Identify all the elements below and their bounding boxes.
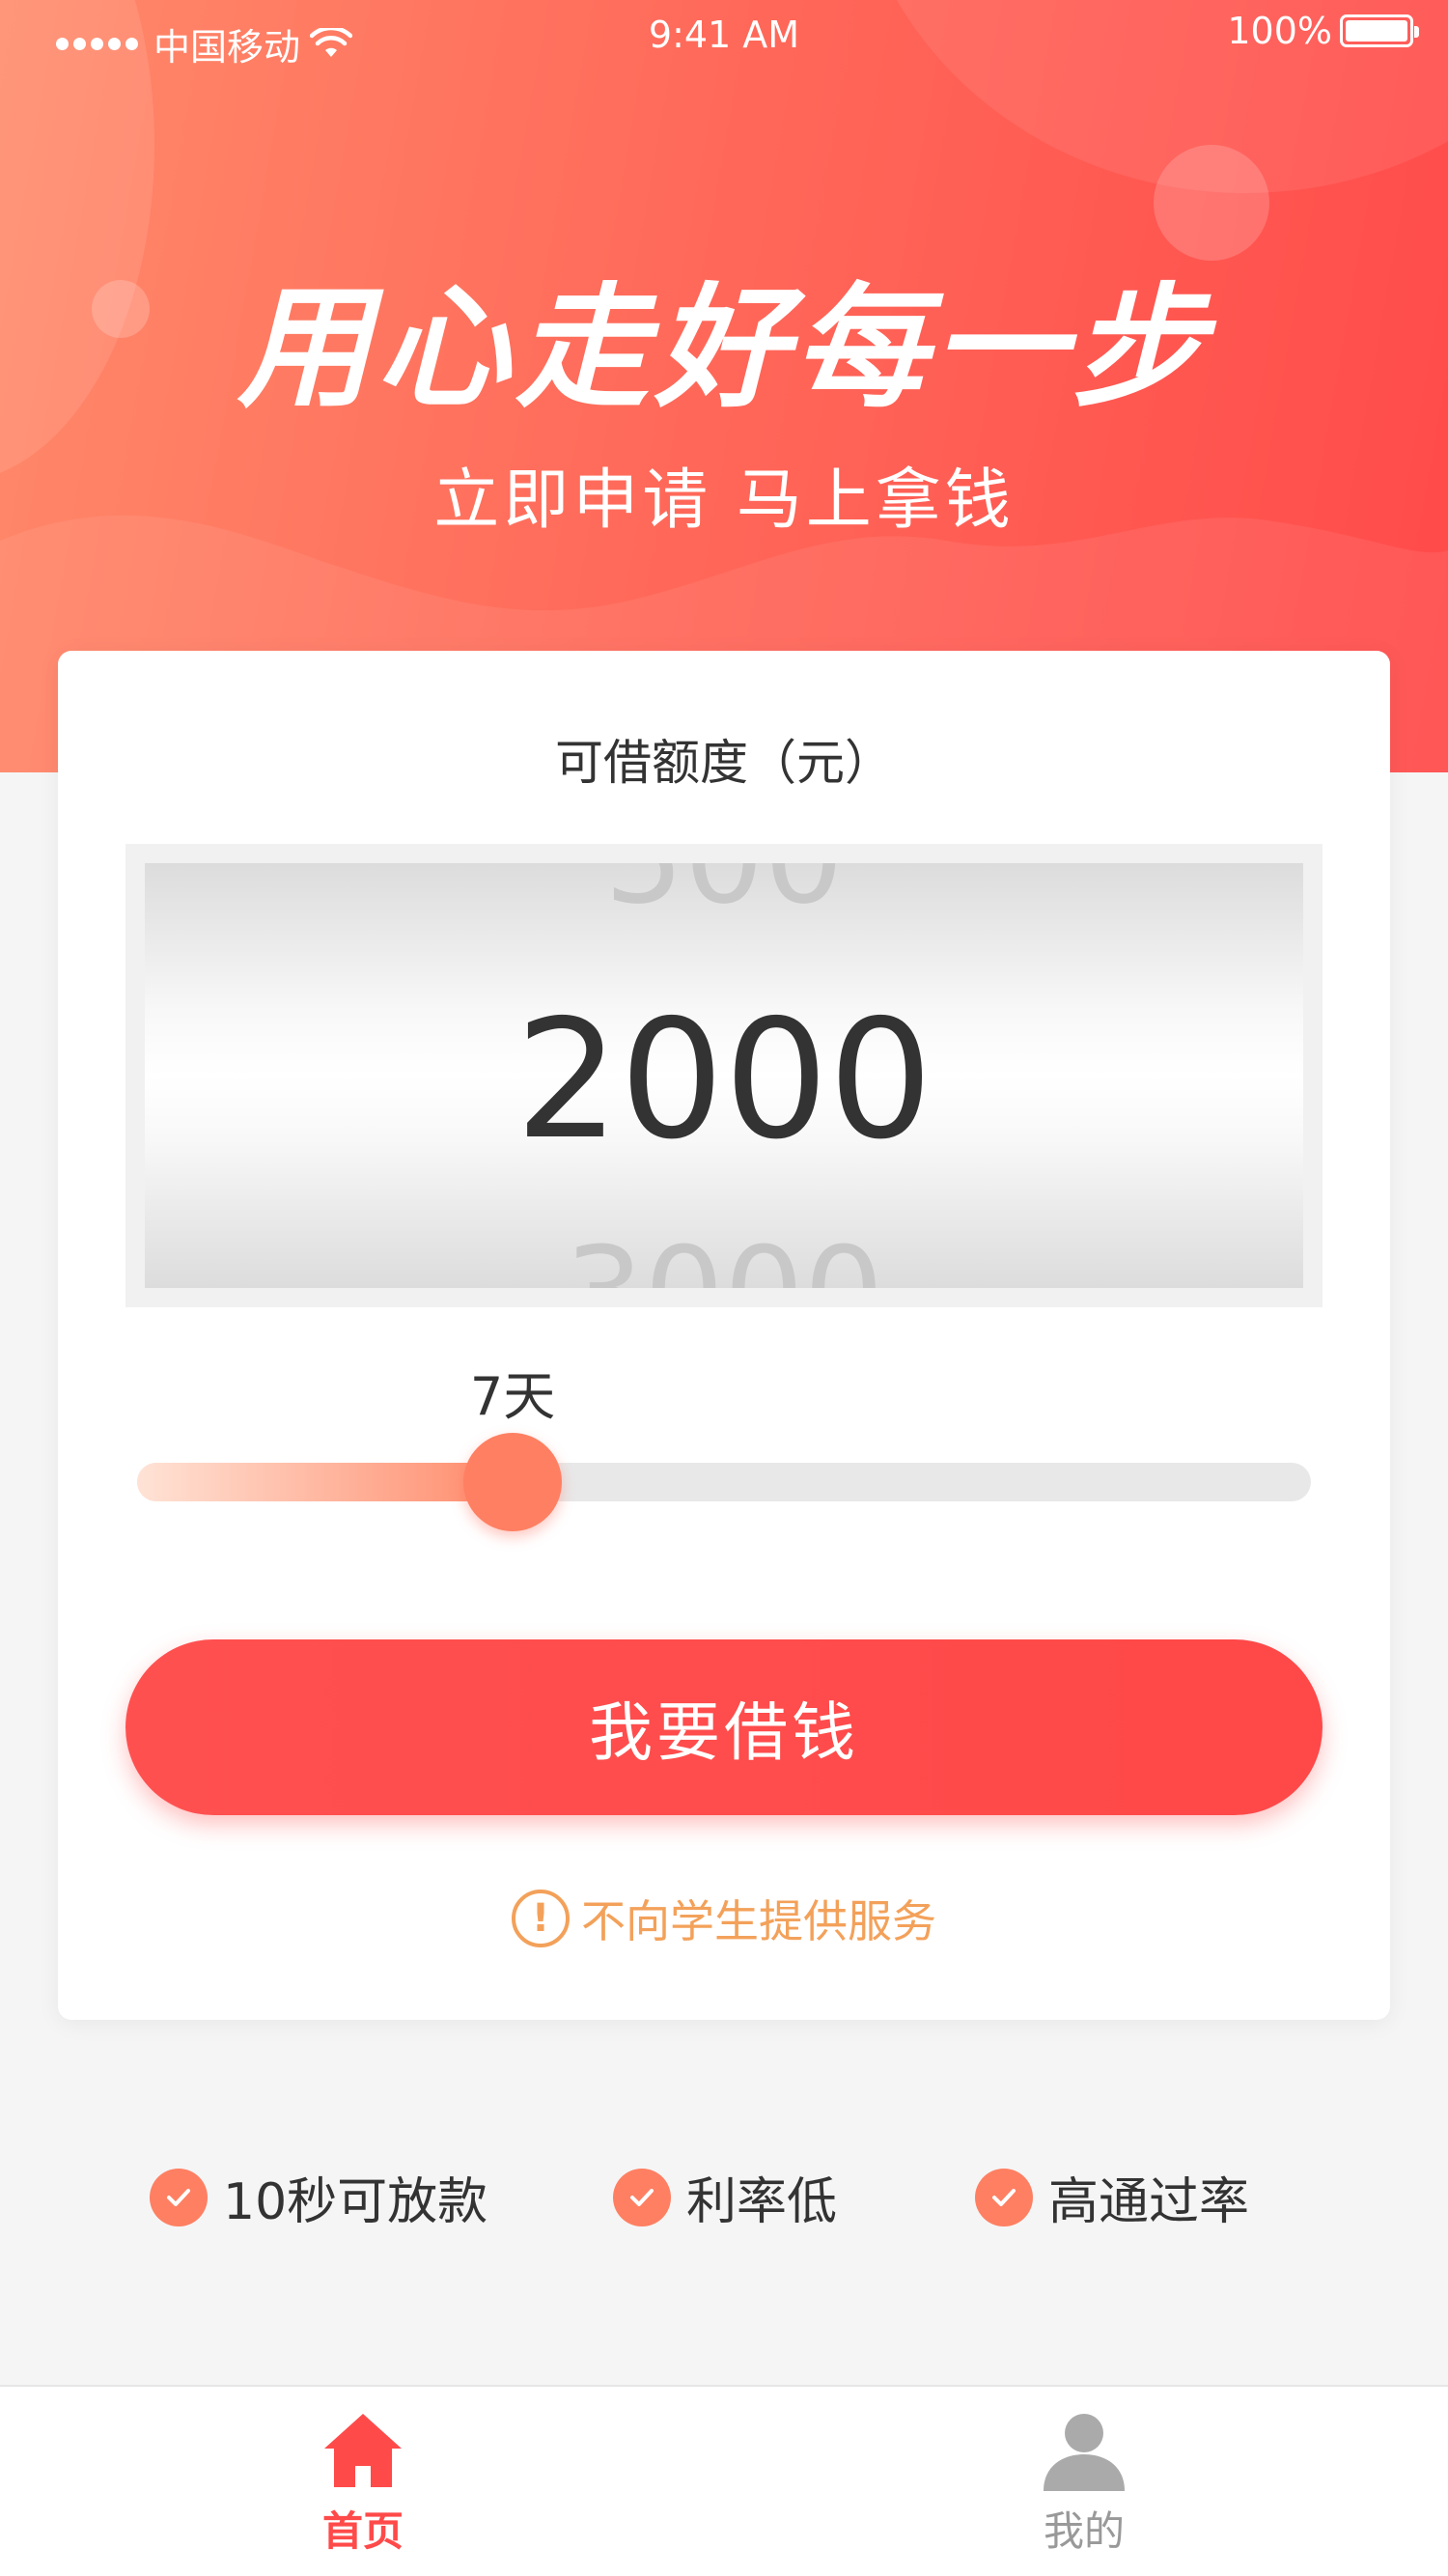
tab-home-label: 首页 — [321, 2507, 404, 2555]
feature-item: 利率低 — [613, 2161, 837, 2233]
hero-subtitle: 立即申请 马上拿钱 — [433, 462, 1015, 539]
status-bar: 中国移动 9:41 AM 100% — [0, 0, 1448, 70]
picker-current-value[interactable]: 2000 — [145, 998, 1303, 1162]
feature-item: 10秒可放款 — [150, 2161, 487, 2233]
feature-label: 高通过率 — [1048, 2173, 1250, 2231]
check-circle-icon — [975, 2168, 1033, 2226]
tab-bar: 首页 我的 — [0, 2385, 1448, 2576]
feature-label: 利率低 — [686, 2173, 838, 2231]
term-slider-thumb[interactable] — [463, 1433, 563, 1531]
hero-title: 用心走好每一步 — [237, 270, 1211, 426]
status-right: 100% — [1227, 10, 1419, 52]
tab-mine-label: 我的 — [1043, 2507, 1125, 2555]
feature-item: 高通过率 — [975, 2161, 1249, 2233]
borrow-button[interactable]: 我要借钱 — [125, 1639, 1323, 1815]
tab-home[interactable]: 首页 — [286, 2406, 440, 2558]
feature-list: 10秒可放款 利率低 高通过率 — [0, 2161, 1448, 2238]
tab-mine[interactable]: 我的 — [1007, 2406, 1161, 2558]
home-icon — [324, 2414, 402, 2487]
notice-text: 不向学生提供服务 — [581, 1895, 936, 1947]
exclamation-icon: ! — [512, 1890, 570, 1947]
picker-next-value[interactable]: 3000 — [145, 1230, 1303, 1288]
check-circle-icon — [613, 2168, 671, 2226]
term-slider-track[interactable] — [137, 1463, 1311, 1501]
user-icon — [1044, 2414, 1125, 2491]
student-notice: ! 不向学生提供服务 — [58, 1887, 1390, 1950]
battery-percent: 100% — [1227, 10, 1332, 52]
term-slider-fill — [137, 1463, 514, 1501]
picker-prev-value[interactable]: 500 — [145, 863, 1303, 921]
feature-label: 10秒可放款 — [223, 2173, 488, 2231]
check-circle-icon — [150, 2168, 208, 2226]
amount-label: 可借额度（元） — [555, 735, 893, 791]
term-label: 7天 — [469, 1366, 556, 1427]
amount-picker[interactable]: 500 2000 3000 — [125, 844, 1323, 1307]
loan-card: 可借额度（元） 500 2000 3000 7天 我要借钱 ! 不向学生提供服务 — [58, 651, 1390, 2020]
battery-icon — [1340, 14, 1419, 47]
picker-wheel[interactable]: 500 2000 3000 — [145, 863, 1303, 1288]
